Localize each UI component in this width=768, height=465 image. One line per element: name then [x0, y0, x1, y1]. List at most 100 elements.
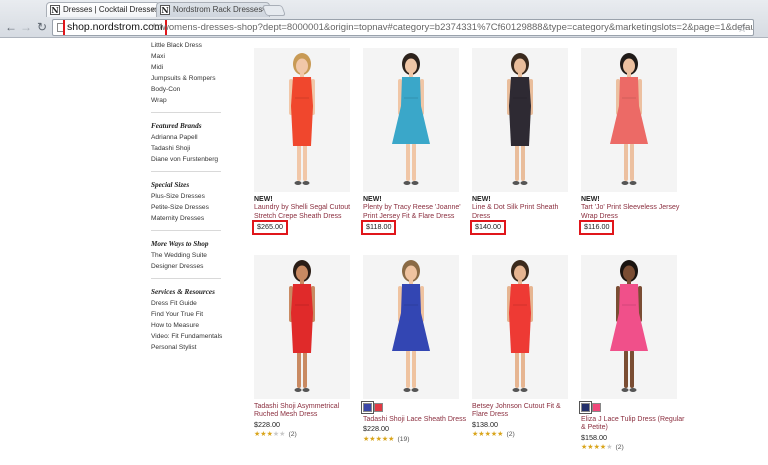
- sidebar-link[interactable]: Wrap: [151, 95, 236, 106]
- new-badge: NEW!: [363, 196, 382, 203]
- color-swatch[interactable]: [374, 403, 383, 412]
- product-price: $228.00: [254, 419, 280, 429]
- model-photo-illustration: [363, 255, 459, 399]
- star-rating-icon: ★★★★★: [254, 431, 286, 439]
- star-rating-icon: ★★★★★: [581, 444, 613, 452]
- new-badge: NEW!: [254, 196, 273, 203]
- product-image[interactable]: [363, 48, 459, 192]
- new-badge: NEW!: [472, 196, 491, 203]
- bookmark-star-icon[interactable]: ☆: [737, 22, 747, 35]
- star-rating-icon: ★★★★★: [472, 431, 504, 439]
- product-name-link[interactable]: Plenty by Tracy Reese 'Joanne' Print Jer…: [363, 204, 467, 221]
- product-name-link[interactable]: Tadashi Shoji Asymmetrical Ruched Mesh D…: [254, 403, 358, 420]
- product-name-link[interactable]: Laundry by Shelli Segal Cutout Stretch C…: [254, 204, 358, 221]
- product-image[interactable]: [581, 255, 677, 399]
- tab-dresses[interactable]: N Dresses | Cocktail Dresses ×: [46, 2, 160, 17]
- sidebar-link[interactable]: Midi: [151, 62, 236, 73]
- model-photo-illustration: [254, 255, 350, 399]
- color-swatch[interactable]: [592, 403, 601, 412]
- product-name-link[interactable]: Tart 'Jo' Print Sleeveless Jersey Wrap D…: [581, 204, 685, 221]
- rating-row[interactable]: ★★★★★ (2): [254, 431, 358, 439]
- product-image[interactable]: [254, 255, 350, 399]
- product-price: $116.00: [578, 220, 615, 235]
- sidebar-link[interactable]: Dress Fit Guide: [151, 298, 236, 309]
- sidebar-link[interactable]: Tadashi Shoji: [151, 143, 236, 154]
- sidebar-section-heading: Featured Brands: [151, 122, 202, 130]
- product-info: Tadashi Shoji Lace Sheath Dress $228.00 ★★…: [361, 401, 467, 444]
- product-name-link[interactable]: Line & Dot Silk Print Sheath Dress: [472, 204, 576, 221]
- back-arrow-icon[interactable]: ←: [4, 20, 18, 34]
- forward-arrow-icon[interactable]: →: [19, 20, 33, 34]
- sidebar-link[interactable]: How to Measure: [151, 320, 236, 331]
- rating-row[interactable]: ★★★★★ (2): [472, 431, 576, 439]
- star-rating-icon: ★★★★★: [363, 435, 395, 443]
- price-row: $228.00: [254, 419, 358, 429]
- product-image[interactable]: [472, 255, 568, 399]
- model-photo-illustration: [581, 48, 677, 192]
- address-bar[interactable]: shop.nordstrom.com /c/womens-dresses-sho…: [52, 19, 754, 36]
- sidebar-link[interactable]: Designer Dresses: [151, 261, 236, 272]
- sidebar-link[interactable]: Find Your True Fit: [151, 309, 236, 320]
- reload-icon[interactable]: ↻: [35, 20, 49, 34]
- tab-title: Nordstrom Rack Dresses &: [173, 5, 270, 14]
- color-swatches: [579, 401, 685, 414]
- product-name-link[interactable]: Betsey Johnson Cutout Fit & Flare Dress: [472, 403, 576, 420]
- price-row: $158.00: [581, 432, 685, 442]
- sidebar-link[interactable]: The Wedding Suite: [151, 250, 236, 261]
- model-photo-illustration: [581, 255, 677, 399]
- nordstrom-favicon-icon: N: [50, 5, 60, 15]
- product-price: $138.00: [472, 419, 498, 429]
- product-info: NEW! Tart 'Jo' Print Sleeveless Jersey Wr…: [578, 196, 685, 235]
- product-price: $158.00: [581, 432, 607, 442]
- category-sidebar: Little Black Dress Maxi Midi Jumpsuits & Ro…: [151, 40, 236, 353]
- color-swatch[interactable]: [579, 401, 592, 414]
- sidebar-link[interactable]: Diane von Furstenberg: [151, 154, 236, 165]
- price-row: $228.00: [363, 425, 467, 433]
- sidebar-link[interactable]: Maxi: [151, 51, 236, 62]
- sidebar-section-heading: Special Sizes: [151, 181, 190, 189]
- sidebar-link[interactable]: Maternity Dresses: [151, 213, 236, 224]
- model-photo-illustration: [472, 255, 568, 399]
- product-name-link[interactable]: Tadashi Shoji Lace Sheath Dress: [363, 416, 467, 424]
- sidebar-link[interactable]: Plus-Size Dresses: [151, 191, 236, 202]
- price-row: $118.00: [360, 220, 467, 235]
- rating-row[interactable]: ★★★★★ (19): [363, 436, 467, 444]
- browser-chrome: N Dresses | Cocktail Dresses × N Nordstr…: [0, 0, 768, 38]
- product-name-link[interactable]: Eliza J Lace Tulip Dress (Regular & Peti…: [581, 416, 685, 433]
- tab-strip: N Dresses | Cocktail Dresses × N Nordstr…: [0, 0, 768, 17]
- tab-rack-dresses[interactable]: N Nordstrom Rack Dresses & ×: [156, 2, 270, 17]
- rating-row[interactable]: ★★★★★ (2): [581, 444, 685, 452]
- sidebar-link[interactable]: Petite-Size Dresses: [151, 202, 236, 213]
- product-image[interactable]: [254, 48, 350, 192]
- product-price: $228.00: [363, 424, 389, 434]
- sidebar-link[interactable]: Little Black Dress: [151, 40, 236, 51]
- url-domain: shop.nordstrom.com: [63, 20, 167, 35]
- sidebar-section-heading: Services & Resources: [151, 288, 215, 296]
- product-price: $265.00: [252, 220, 288, 235]
- product-price: $118.00: [360, 220, 397, 235]
- product-image[interactable]: [472, 48, 568, 192]
- sidebar-divider: [151, 112, 221, 113]
- sidebar-link[interactable]: Body-Con: [151, 84, 236, 95]
- price-row: $138.00: [472, 419, 576, 429]
- product-info: Eliza J Lace Tulip Dress (Regular & Peti…: [579, 401, 685, 453]
- sidebar-link[interactable]: Video: Fit Fundamentals: [151, 331, 236, 342]
- model-photo-illustration: [472, 48, 568, 192]
- sidebar-link[interactable]: Personal Stylist: [151, 342, 236, 353]
- product-image[interactable]: [581, 48, 677, 192]
- new-badge: NEW!: [581, 196, 600, 203]
- new-tab-button[interactable]: [261, 5, 287, 16]
- browser-toolbar: ← → ↻ shop.nordstrom.com /c/womens-dress…: [0, 17, 768, 38]
- color-swatch[interactable]: [361, 401, 374, 414]
- sidebar-link[interactable]: Jumpsuits & Rompers: [151, 73, 236, 84]
- review-count: (2): [288, 431, 297, 439]
- price-row: $140.00: [470, 220, 576, 235]
- product-image[interactable]: [363, 255, 459, 399]
- review-count: (2): [615, 444, 624, 452]
- product-info: NEW! Laundry by Shelli Segal Cutout Stret…: [252, 196, 358, 235]
- tab-title: Dresses | Cocktail Dresses: [63, 5, 159, 14]
- product-info: Betsey Johnson Cutout Fit & Flare Dress $…: [472, 403, 576, 440]
- price-row: $265.00: [252, 220, 358, 235]
- sidebar-link[interactable]: Adrianna Papell: [151, 132, 236, 143]
- nordstrom-favicon-icon: N: [160, 5, 170, 15]
